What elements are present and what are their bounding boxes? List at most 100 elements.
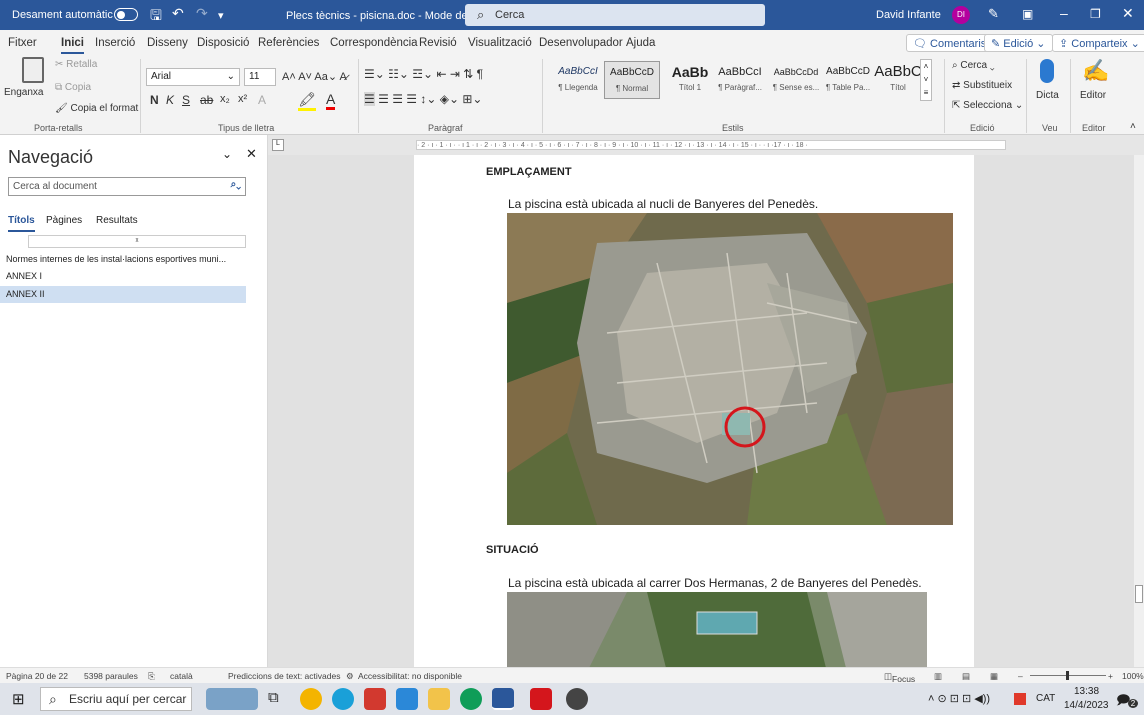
collapse-ribbon-icon[interactable]: ˄ <box>1130 121 1136 132</box>
tab-selector[interactable]: L <box>272 139 284 151</box>
edge-icon[interactable] <box>332 688 354 710</box>
nav-heading-item[interactable]: ANNEX I <box>6 271 42 281</box>
menu-correspondencia[interactable]: Correspondència <box>330 37 418 49</box>
format-painter-button[interactable]: 🖌 Copia el format <box>55 103 138 114</box>
highlight-icon[interactable]: 🖍 <box>298 91 316 111</box>
close-icon[interactable]: ✕ <box>1122 5 1134 22</box>
vertical-scrollbar[interactable] <box>1134 155 1144 667</box>
bold-button[interactable]: N <box>150 93 159 107</box>
heading-situacio[interactable]: SITUACIÓ <box>486 544 539 556</box>
pen-icon[interactable]: ✎ <box>988 6 999 22</box>
style-normal[interactable]: AaBbCcD ¶ Normal <box>604 61 660 99</box>
list-icons[interactable]: ☰⌄ ☷⌄ ☲⌄ ⇤ ⇥ ⇅ ¶ <box>364 67 483 81</box>
tab-resultats[interactable]: Resultats <box>96 215 138 226</box>
select-button[interactable]: ⇱ Selecciona ⌄ <box>952 100 1023 111</box>
nav-options-icon[interactable]: ⌄ <box>222 147 232 161</box>
collapse-all-button[interactable]: ᵡ <box>28 235 246 248</box>
paragraph-situacio[interactable]: La piscina està ubicada al carrer Dos He… <box>508 576 922 590</box>
menu-visualitzacio[interactable]: Visualització <box>468 37 532 49</box>
style-llegenda[interactable]: AaBbCcI ¶ Llegenda <box>550 61 606 99</box>
align-left-icon[interactable]: ☰ <box>364 92 375 106</box>
menu-fitxer[interactable]: Fitxer <box>8 37 37 49</box>
editing-mode-button[interactable]: ✎ Edició ⌄ <box>984 34 1053 52</box>
underline-button[interactable]: S <box>182 93 190 107</box>
search-highlight-icon[interactable] <box>206 688 258 710</box>
print-layout-icon[interactable]: ▤ <box>962 671 970 682</box>
cut-button[interactable]: ✂ Retalla <box>55 59 97 70</box>
replace-button[interactable]: ⇄ Substitueix <box>952 80 1012 91</box>
save-icon[interactable]: 🖫 <box>150 5 162 29</box>
ruler-bar[interactable]: · 2 · ı · 1 · ı · · ı 1 · ı · 2 · ı · 3 … <box>416 140 1006 150</box>
align-icons[interactable]: ☰ ☰ ☰ ☰ ↕⌄ ◈⌄ ⊞⌄ <box>364 92 483 106</box>
satellite-image[interactable] <box>507 592 927 667</box>
accessibility-icon[interactable]: ⚙ <box>346 671 354 682</box>
zoom-in-icon[interactable]: + <box>1108 671 1113 681</box>
nav-heading-item[interactable]: Normes internes de les instal·lacions es… <box>6 254 226 264</box>
style-sense-espaiat[interactable]: AaBbCcDd ¶ Sense es... <box>768 61 824 99</box>
grow-font-icon[interactable]: A˄ A˅ Aa⌄ A̷ <box>282 70 347 83</box>
menu-desenvolupador[interactable]: Desenvolupador <box>539 37 623 49</box>
chrome-icon[interactable] <box>300 688 322 710</box>
proofing-icon[interactable]: ⎘ <box>148 671 155 682</box>
zoom-level[interactable]: 100% <box>1122 671 1144 681</box>
accessibility-status[interactable]: Accessibilitat: no disponible <box>358 671 462 681</box>
clock-time[interactable]: 13:38 <box>1074 686 1099 697</box>
zoom-out-icon[interactable]: – <box>1018 671 1023 681</box>
nav-heading-selected[interactable]: ANNEX II <box>0 286 246 303</box>
word-icon[interactable] <box>492 688 514 710</box>
menu-disseny[interactable]: Disseny <box>147 37 188 49</box>
style-titol-1[interactable]: AaBb Títol 1 <box>662 61 718 99</box>
undo-icon[interactable]: ↶ <box>172 5 184 22</box>
nav-search-input[interactable]: Cerca al document ⌕⌄ <box>8 177 246 196</box>
edge-dev-icon[interactable] <box>460 688 482 710</box>
italic-button[interactable]: K <box>166 93 174 107</box>
autosave-toggle[interactable] <box>114 8 138 21</box>
language-label[interactable]: català <box>170 671 193 681</box>
word-count[interactable]: 5398 paraules <box>84 671 138 681</box>
dictate-button[interactable]: Dicta <box>1036 90 1059 101</box>
paste-button[interactable]: Enganxa <box>4 87 43 98</box>
antivirus-icon[interactable] <box>1014 693 1026 705</box>
avatar[interactable]: DI <box>952 6 970 24</box>
media-icon[interactable] <box>566 688 588 710</box>
strikethrough-button[interactable]: ab <box>200 93 213 107</box>
taskbar-search[interactable]: ⌕ Escriu aquí per cercar <box>40 687 192 711</box>
font-name-select[interactable]: Arial ⌄ <box>146 68 240 86</box>
menu-inici[interactable]: Inici <box>61 37 85 54</box>
paste-icon[interactable] <box>22 57 44 83</box>
web-layout-icon[interactable]: ▦ <box>990 671 998 682</box>
share-button[interactable]: ⇪ Comparteix ⌄ <box>1052 34 1144 52</box>
tab-titols[interactable]: Títols <box>8 215 35 232</box>
minimize-icon[interactable]: – <box>1060 5 1068 21</box>
text-effects-icon[interactable]: A <box>258 93 266 107</box>
acrobat-icon[interactable] <box>364 688 386 710</box>
nav-close-icon[interactable]: ✕ <box>246 146 257 162</box>
style-table-paragraph[interactable]: AaBbCcD ¶ Table Pa... <box>820 61 876 99</box>
style-paragraf[interactable]: AaBbCcI ¶ Paràgraf... <box>712 61 768 99</box>
read-mode-icon[interactable]: ▥ <box>934 671 942 682</box>
user-name[interactable]: David Infante <box>876 9 941 21</box>
style-titol[interactable]: AaBbC Títol <box>870 61 926 99</box>
comments-button[interactable]: 🗨 Comentaris <box>906 34 994 52</box>
subscript-button[interactable]: x₂ <box>220 93 230 105</box>
editor-icon[interactable]: ✍ <box>1082 58 1109 84</box>
scroll-thumb[interactable] <box>1135 585 1143 603</box>
task-view-icon[interactable]: ⧉ <box>268 689 279 706</box>
paragraph-emplacament[interactable]: La piscina està ubicada al nucli de Bany… <box>508 197 818 211</box>
menu-referencies[interactable]: Referències <box>258 37 319 49</box>
clock-date[interactable]: 14/4/2023 <box>1064 700 1109 711</box>
aerial-map-image[interactable] <box>507 213 953 525</box>
menu-insercio[interactable]: Inserció <box>95 37 135 49</box>
heading-emplacament[interactable]: EMPLAÇAMENT <box>486 166 572 178</box>
font-color-icon[interactable]: A <box>326 91 336 110</box>
ribbon-display-icon[interactable]: ▣ <box>1022 7 1033 21</box>
pdf-icon[interactable] <box>530 688 552 710</box>
system-tray-icons[interactable]: ˄ ⊙ ⊡ ⊡ ◀)) <box>928 692 990 705</box>
restore-icon[interactable]: ❐ <box>1090 7 1101 21</box>
store-icon[interactable] <box>396 688 418 710</box>
search-box[interactable]: ⌕ Cerca <box>465 4 765 26</box>
quick-access-dropdown-icon[interactable]: ▾ <box>218 9 224 22</box>
text-predictions[interactable]: Prediccions de text: activades <box>228 671 340 681</box>
microphone-icon[interactable] <box>1040 59 1054 83</box>
menu-ajuda[interactable]: Ajuda <box>626 37 655 49</box>
